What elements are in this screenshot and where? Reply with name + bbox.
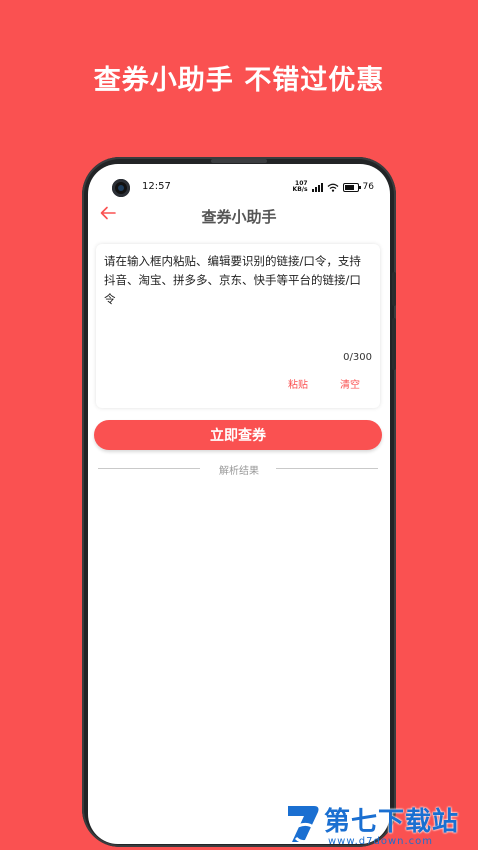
site-watermark: 第七下载站 www.d7down.com: [282, 800, 478, 850]
front-camera: [112, 179, 130, 197]
divider-line: [276, 468, 378, 469]
result-divider: 解析结果: [88, 462, 390, 477]
status-bar: 12:57 107 KB/s 76: [88, 176, 390, 197]
phone-side-button: [392, 318, 396, 370]
phone-side-button: [392, 272, 396, 306]
page-title: 查券小助手: [201, 208, 277, 226]
battery-level: 76: [362, 182, 374, 192]
clear-button[interactable]: 清空: [340, 376, 360, 391]
query-coupon-button[interactable]: 立即查券: [94, 420, 382, 450]
promo-headline: 查券小助手 不错过优惠: [93, 65, 385, 96]
battery-icon: [342, 182, 361, 192]
link-input-card: 0/300 粘贴 清空: [96, 244, 380, 408]
result-section-label: 解析结果: [219, 466, 259, 477]
char-counter: 0/300: [343, 352, 372, 363]
net-speed: 107 KB/s: [292, 180, 308, 193]
link-input[interactable]: [104, 252, 370, 352]
signal-icon: [311, 182, 323, 192]
status-time: 12:57: [142, 181, 171, 192]
wifi-icon: [327, 183, 338, 192]
phone-speaker: [211, 159, 267, 163]
watermark-url: www.d7down.com: [328, 836, 434, 847]
app-screen: 12:57 107 KB/s 76 查券小助手 0/300 粘贴: [88, 164, 390, 844]
status-icons: 107 KB/s 76: [293, 181, 374, 193]
watermark-logo-icon: [288, 806, 319, 844]
nav-bar: 查券小助手: [88, 204, 390, 230]
paste-button[interactable]: 粘贴: [288, 376, 308, 391]
watermark-text: 第七下载站: [324, 807, 460, 837]
